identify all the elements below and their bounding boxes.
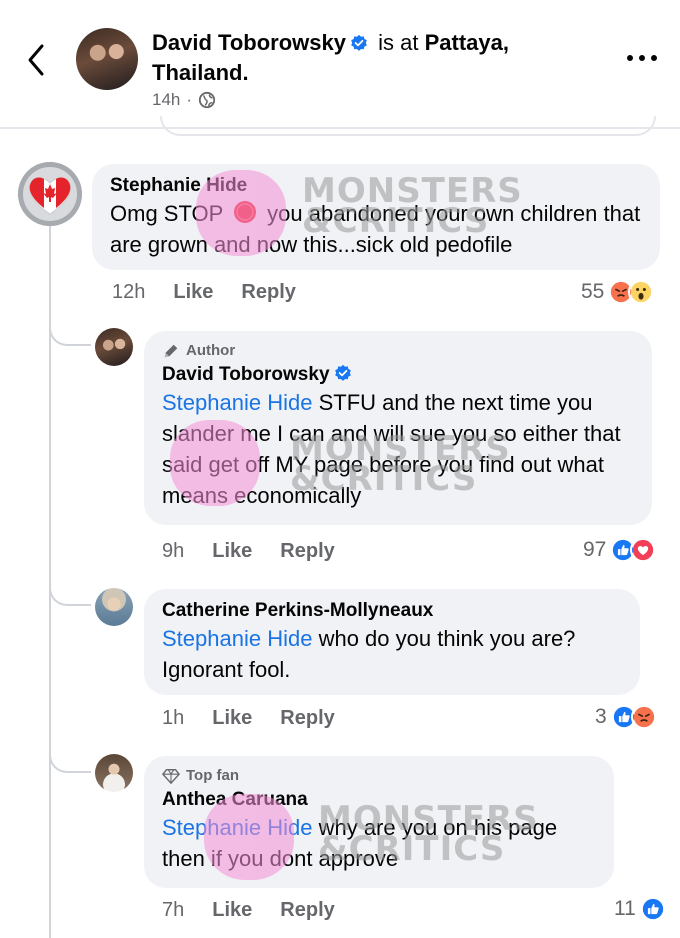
wow-reaction-icon	[628, 279, 655, 305]
commenter-avatar[interactable]	[95, 588, 133, 626]
commenter-name[interactable]: Anthea Caruana	[162, 788, 598, 812]
commenter-name[interactable]: David Toborowsky	[162, 363, 636, 387]
comment-bubble: Stephanie Hide Omg STOP you abandoned yo…	[92, 164, 660, 270]
commenter-name[interactable]: Catherine Perkins-Mollyneaux	[162, 599, 624, 623]
author-avatar[interactable]	[76, 28, 138, 90]
mention-link[interactable]: Stephanie Hide	[162, 815, 312, 840]
comment-actions: 7h Like Reply	[162, 899, 335, 922]
reply-button[interactable]: Reply	[280, 899, 334, 922]
post-meta: 14h ·	[152, 90, 216, 110]
meta-separator: ·	[186, 90, 193, 109]
post-header: David Toborowsky is at Pattaya, Thailand…	[0, 0, 680, 128]
author-badge: Author	[162, 341, 636, 361]
comment-bubble: Top fan Anthea Caruana Stephanie Hide wh…	[144, 756, 614, 888]
verified-badge-icon	[334, 364, 351, 381]
comment-bubble: Catherine Perkins-Mollyneaux Stephanie H…	[144, 589, 640, 695]
stop-sign-emoji-icon	[234, 201, 257, 223]
reply-button[interactable]: Reply	[280, 707, 334, 730]
comment-text: Stephanie Hide STFU and the next time yo…	[162, 390, 621, 508]
post-time[interactable]: 14h	[152, 90, 180, 110]
canada-flag-heart-icon	[18, 162, 82, 226]
comment-bubble: Author David Toborowsky Stephanie Hide S…	[144, 331, 652, 525]
like-button[interactable]: Like	[212, 899, 252, 922]
reaction-count: 55	[581, 280, 605, 303]
like-button[interactable]: Like	[212, 707, 252, 730]
reply-button[interactable]: Reply	[241, 281, 295, 304]
like-reaction-icon	[639, 896, 666, 922]
angry-reaction-icon	[630, 704, 657, 730]
verified-badge-icon	[351, 34, 367, 51]
commenter-avatar[interactable]	[18, 162, 82, 226]
comment-time[interactable]: 12h	[112, 281, 145, 304]
reaction-summary[interactable]: 11	[614, 896, 666, 922]
pencil-icon	[164, 344, 178, 358]
comment-actions: 1h Like Reply	[162, 707, 335, 730]
reaction-count: 97	[583, 538, 607, 561]
love-reaction-icon	[630, 537, 657, 563]
author-name[interactable]: David Toborowsky	[152, 30, 346, 55]
composer-box-edge	[160, 116, 656, 136]
comment-actions: 9h Like Reply	[162, 540, 335, 563]
reaction-summary[interactable]: 3	[595, 704, 657, 730]
reaction-count: 11	[614, 897, 636, 920]
comment-time[interactable]: 7h	[162, 899, 184, 922]
reaction-summary[interactable]: 97	[583, 537, 657, 563]
thread-connector	[49, 318, 91, 346]
comment-time[interactable]: 1h	[162, 707, 184, 730]
back-arrow-icon[interactable]	[22, 40, 52, 80]
reply-button[interactable]: Reply	[280, 540, 334, 563]
comment-time[interactable]: 9h	[162, 540, 184, 563]
reaction-count: 3	[595, 705, 607, 728]
commenter-name[interactable]: Stephanie Hide	[110, 174, 644, 198]
like-button[interactable]: Like	[212, 540, 252, 563]
comment-text: Omg STOP you abandoned your own children…	[110, 201, 641, 257]
more-options-icon[interactable]	[622, 48, 662, 68]
public-globe-icon	[198, 91, 216, 109]
like-button[interactable]: Like	[173, 281, 213, 304]
reaction-summary[interactable]: 55	[581, 279, 655, 305]
top-fan-badge: Top fan	[162, 766, 598, 786]
mention-link[interactable]: Stephanie Hide	[162, 390, 312, 415]
header-divider	[0, 127, 680, 129]
diamond-icon	[162, 768, 180, 784]
mention-link[interactable]: Stephanie Hide	[162, 626, 312, 651]
checkin-connector: is at	[378, 30, 419, 55]
thread-connector	[49, 578, 91, 606]
comment-text: Stephanie Hide why are you on his page t…	[162, 815, 558, 871]
commenter-avatar[interactable]	[95, 328, 133, 366]
thread-connector	[49, 745, 91, 773]
commenter-avatar[interactable]	[95, 754, 133, 792]
comment-text: Stephanie Hide who do you think you are?…	[162, 626, 576, 682]
post-title: David Toborowsky is at Pattaya, Thailand…	[152, 28, 582, 88]
comment-actions: 12h Like Reply	[112, 281, 296, 304]
